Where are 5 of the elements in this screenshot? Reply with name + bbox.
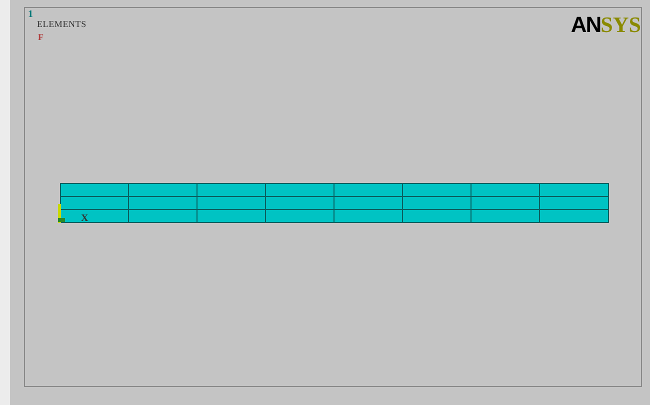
- axis-label: X: [81, 213, 88, 224]
- logo: ANSYS: [570, 14, 641, 36]
- window-number: 1: [28, 9, 33, 20]
- force-label: F: [38, 32, 44, 42]
- plot-title: ELEMENTS: [37, 19, 86, 29]
